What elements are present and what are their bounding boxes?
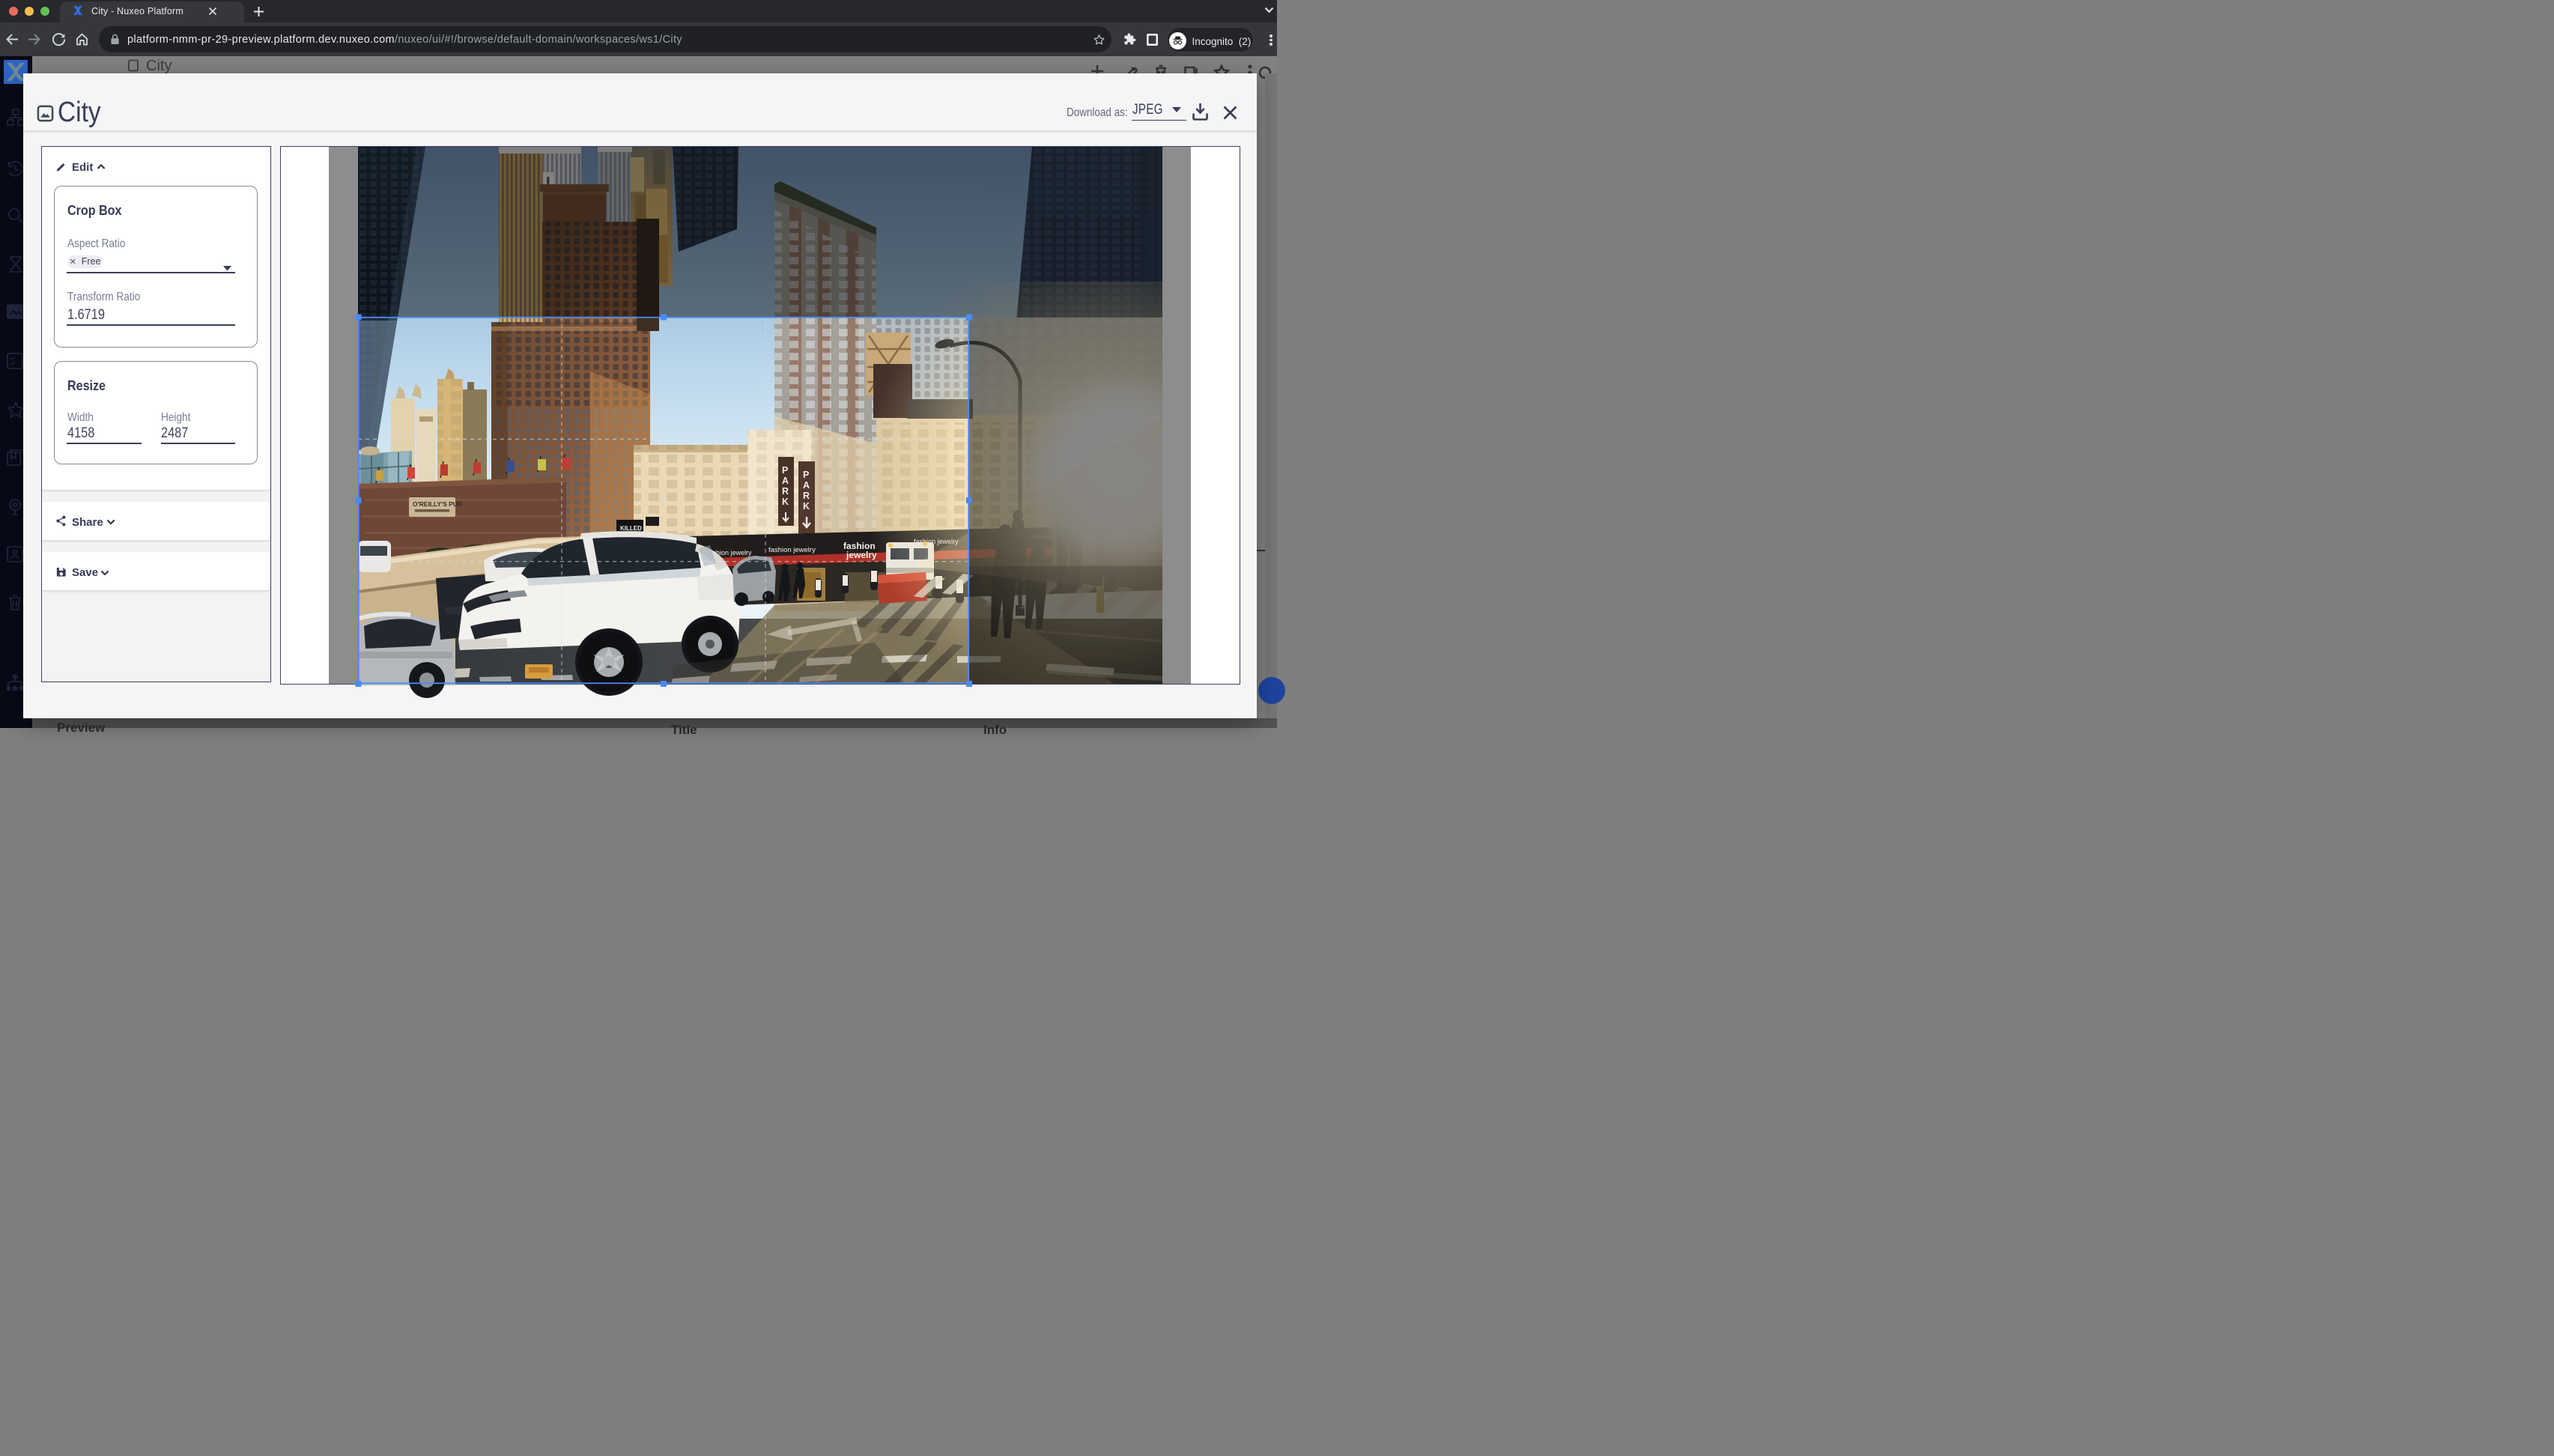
svg-text:KILLED: KILLED (620, 525, 642, 532)
svg-text:O'REILLY'S PUB: O'REILLY'S PUB (413, 500, 462, 508)
